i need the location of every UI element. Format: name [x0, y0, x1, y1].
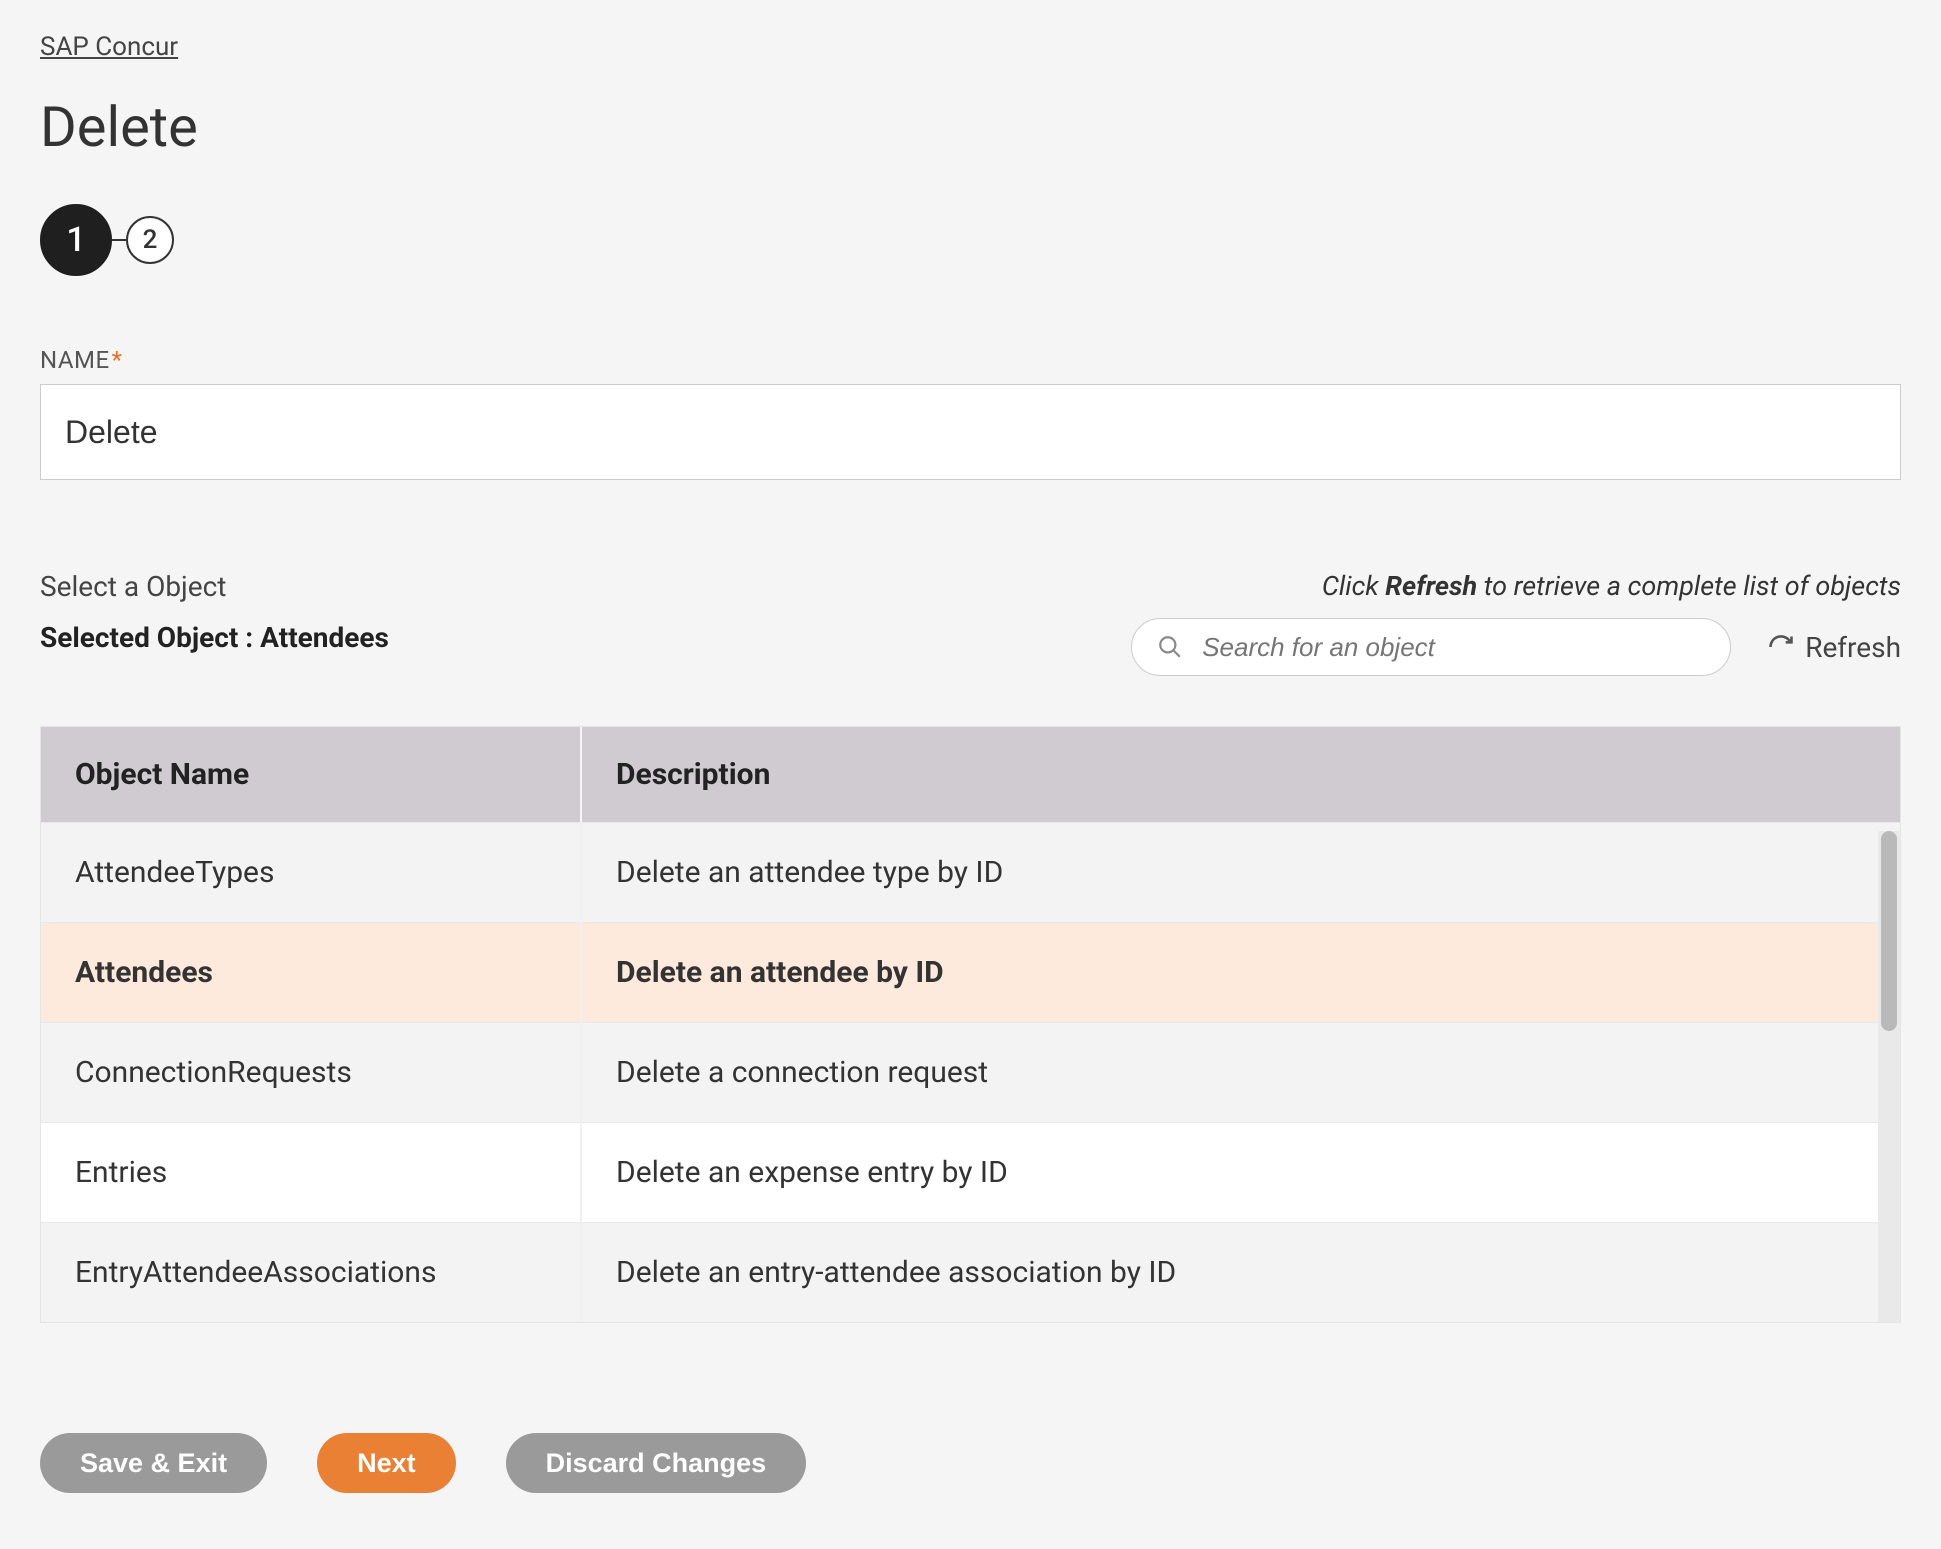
- hint-bold: Refresh: [1385, 570, 1477, 602]
- selected-object-value: Attendees: [260, 621, 389, 654]
- required-indicator: *: [112, 346, 123, 374]
- breadcrumb-sap-concur[interactable]: SAP Concur: [40, 32, 178, 62]
- wizard-stepper: 1 2: [40, 204, 1901, 276]
- refresh-icon: [1767, 633, 1795, 661]
- cell-object-name: AttendeeTypes: [41, 823, 581, 923]
- cell-object-name: Attendees: [41, 923, 581, 1023]
- next-button[interactable]: Next: [317, 1433, 456, 1493]
- cell-object-name: ConnectionRequests: [41, 1023, 581, 1123]
- table-row[interactable]: ConnectionRequestsDelete a connection re…: [41, 1023, 1900, 1123]
- table-scrollbar[interactable]: [1878, 831, 1900, 1322]
- name-field-label: NAME*: [40, 346, 1901, 374]
- col-header-description[interactable]: Description: [581, 727, 1900, 823]
- scrollbar-thumb[interactable]: [1881, 831, 1897, 1031]
- table-row[interactable]: AttendeesDelete an attendee by ID: [41, 923, 1900, 1023]
- search-icon: [1157, 634, 1183, 660]
- discard-changes-button[interactable]: Discard Changes: [506, 1433, 807, 1493]
- cell-description: Delete an entry-attendee association by …: [581, 1223, 1900, 1323]
- step-2[interactable]: 2: [126, 216, 174, 264]
- refresh-button[interactable]: Refresh: [1767, 631, 1901, 664]
- table-row[interactable]: EntriesDelete an expense entry by ID: [41, 1123, 1900, 1223]
- col-header-object-name[interactable]: Object Name: [41, 727, 581, 823]
- table-row[interactable]: AttendeeTypesDelete an attendee type by …: [41, 823, 1900, 923]
- cell-description: Delete an attendee by ID: [581, 923, 1900, 1023]
- footer-button-bar: Save & Exit Next Discard Changes: [40, 1433, 1901, 1493]
- page-title: Delete: [40, 94, 1901, 160]
- selected-object-prefix: Selected Object :: [40, 621, 260, 654]
- step-1[interactable]: 1: [40, 204, 112, 276]
- refresh-label: Refresh: [1805, 631, 1901, 664]
- object-search-input[interactable]: [1131, 618, 1731, 676]
- name-input[interactable]: [40, 384, 1901, 480]
- hint-suffix: to retrieve a complete list of objects: [1477, 570, 1901, 602]
- select-object-label: Select a Object: [40, 570, 389, 603]
- name-label-text: NAME: [40, 346, 110, 374]
- save-exit-button[interactable]: Save & Exit: [40, 1433, 267, 1493]
- object-table: Object Name Description AttendeeTypesDel…: [41, 727, 1900, 1322]
- table-row[interactable]: EntryAttendeeAssociationsDelete an entry…: [41, 1223, 1900, 1323]
- selected-object-label: Selected Object : Attendees: [40, 621, 389, 654]
- object-table-wrap: Object Name Description AttendeeTypesDel…: [40, 726, 1901, 1323]
- refresh-hint: Click Refresh to retrieve a complete lis…: [1131, 570, 1901, 602]
- cell-object-name: Entries: [41, 1123, 581, 1223]
- cell-description: Delete a connection request: [581, 1023, 1900, 1123]
- cell-description: Delete an expense entry by ID: [581, 1123, 1900, 1223]
- hint-prefix: Click: [1322, 570, 1385, 602]
- object-search-box: [1131, 618, 1731, 676]
- cell-description: Delete an attendee type by ID: [581, 823, 1900, 923]
- cell-object-name: EntryAttendeeAssociations: [41, 1223, 581, 1323]
- step-connector: [112, 239, 126, 241]
